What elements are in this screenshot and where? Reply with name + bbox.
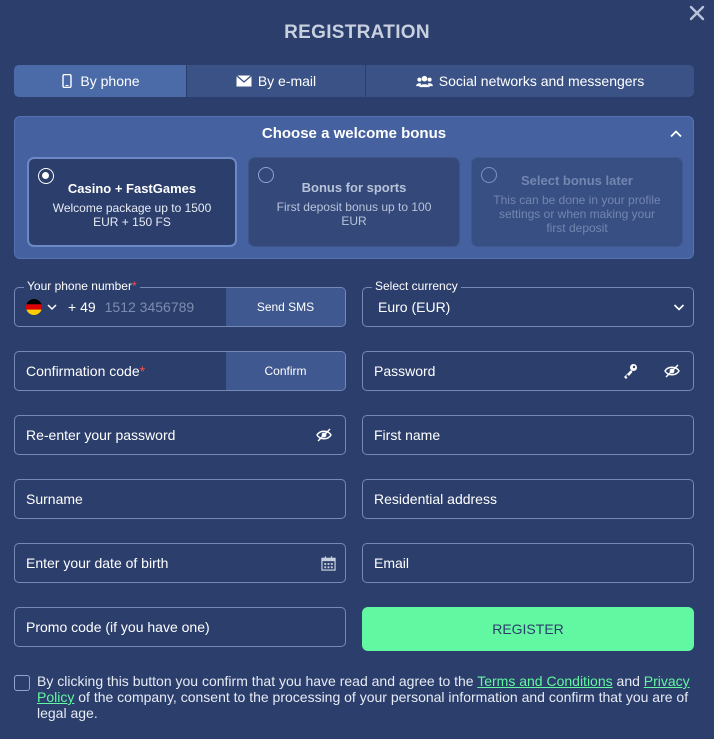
tab-by-phone[interactable]: By phone: [14, 65, 187, 97]
bonus-option-title: Bonus for sports: [301, 180, 407, 195]
radio[interactable]: [258, 167, 274, 183]
reenter-password-field[interactable]: Re-enter your password: [14, 415, 346, 455]
register-button[interactable]: REGISTER: [362, 607, 694, 651]
tab-by-email[interactable]: By e-mail: [187, 65, 366, 97]
first-name-label: First name: [374, 427, 441, 443]
page-title: REGISTRATION: [284, 22, 430, 43]
surname-label: Surname: [26, 491, 83, 507]
bonus-option-desc: Welcome package up to 1500 EUR + 150 FS: [52, 201, 212, 229]
people-icon: [415, 75, 433, 87]
email-field[interactable]: Email: [362, 543, 694, 583]
confirmation-code-field[interactable]: Confirmation code* Confirm: [14, 351, 346, 391]
chevron-down-icon[interactable]: [673, 301, 685, 313]
bonus-option-desc: This can be done in your profile setting…: [493, 193, 661, 235]
chevron-up-icon[interactable]: [669, 127, 683, 141]
bonus-option-title: Casino + FastGames: [67, 181, 197, 196]
chevron-down-icon[interactable]: [47, 302, 57, 312]
phone-icon: [62, 74, 73, 88]
reenter-password-label: Re-enter your password: [26, 427, 176, 443]
tab-label: By e-mail: [257, 73, 317, 89]
key-icon[interactable]: [621, 362, 639, 380]
eye-off-icon[interactable]: [663, 362, 681, 380]
phone-legend: Your phone number*: [24, 279, 140, 293]
consent-block: By clicking this button you confirm that…: [14, 673, 699, 721]
bonus-option-sports[interactable]: Bonus for sports First deposit bonus up …: [248, 157, 460, 247]
envelope-icon: [235, 75, 252, 87]
tab-social-networks[interactable]: Social networks and messengers: [366, 65, 694, 97]
tab-label: By phone: [80, 73, 140, 89]
welcome-bonus-panel: Choose a welcome bonus Casino + FastGame…: [14, 116, 694, 259]
currency-value: Euro (EUR): [378, 299, 451, 315]
germany-flag-icon[interactable]: [26, 299, 42, 315]
currency-legend: Select currency: [372, 279, 461, 293]
bonus-option-desc: First deposit bonus up to 100 EUR: [276, 200, 432, 228]
currency-select[interactable]: Select currency Euro (EUR): [362, 279, 694, 327]
promo-code-label: Promo code (if you have one): [26, 619, 210, 635]
calendar-icon[interactable]: [321, 555, 336, 571]
consent-text: By clicking this button you confirm that…: [37, 673, 690, 721]
phone-input[interactable]: 1512 3456789: [105, 299, 195, 315]
send-sms-button[interactable]: Send SMS: [226, 288, 345, 326]
confirm-button[interactable]: Confirm: [226, 352, 345, 390]
bonus-header: Choose a welcome bonus: [261, 125, 447, 142]
bonus-option-title: Select bonus later: [521, 173, 633, 188]
promo-code-field[interactable]: Promo code (if you have one): [14, 607, 346, 647]
consent-checkbox[interactable]: [14, 675, 30, 691]
password-field[interactable]: Password: [362, 351, 694, 391]
eye-off-icon[interactable]: [315, 426, 333, 444]
terms-link[interactable]: Terms and Conditions: [477, 673, 612, 689]
radio-selected[interactable]: [38, 168, 54, 184]
address-field[interactable]: Residential address: [362, 479, 694, 519]
confirmation-code-label: Confirmation code*: [26, 363, 146, 379]
registration-tabs: By phone By e-mail Social networks and m…: [14, 65, 694, 97]
tab-label: Social networks and messengers: [438, 73, 645, 89]
close-button[interactable]: [688, 4, 706, 22]
surname-field[interactable]: Surname: [14, 479, 346, 519]
dob-label: Enter your date of birth: [26, 555, 169, 571]
bonus-option-casino[interactable]: Casino + FastGames Welcome package up to…: [27, 157, 237, 247]
email-label: Email: [374, 555, 410, 571]
radio[interactable]: [481, 167, 497, 183]
password-label: Password: [374, 363, 436, 379]
first-name-field[interactable]: First name: [362, 415, 694, 455]
phone-field: Your phone number* + 49 1512 3456789 Sen…: [14, 279, 346, 327]
bonus-option-later[interactable]: Select bonus later This can be done in y…: [471, 157, 683, 247]
country-code: + 49: [68, 299, 96, 315]
close-icon: [689, 5, 705, 21]
address-label: Residential address: [374, 491, 497, 507]
dob-field[interactable]: Enter your date of birth: [14, 543, 346, 583]
